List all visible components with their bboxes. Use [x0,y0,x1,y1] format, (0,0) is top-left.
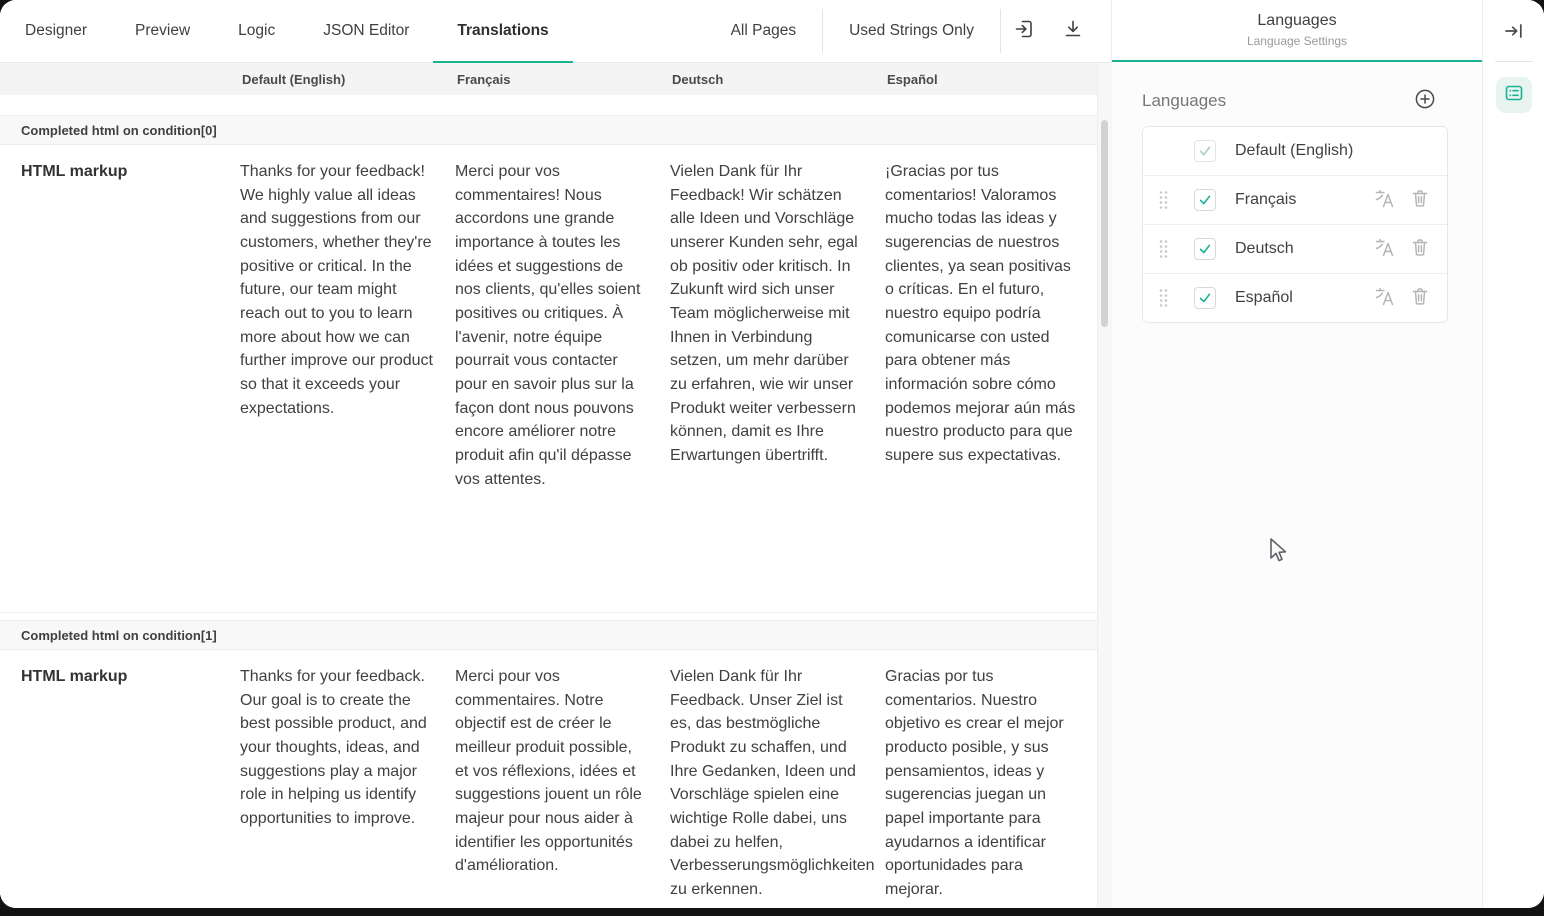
language-label: Français [1235,191,1373,209]
side-icon-strip [1482,0,1544,908]
strip-divider [1495,61,1533,62]
panel-subtitle: Language Settings [1247,34,1347,48]
language-settings-tab-button[interactable] [1496,77,1532,113]
language-row-default-english: Default (English) [1143,127,1447,175]
top-tab-bar: Designer Preview Logic JSON Editor Trans… [0,0,1111,63]
all-pages-dropdown[interactable]: All Pages [705,0,822,62]
translations-main: Designer Preview Logic JSON Editor Trans… [0,0,1111,908]
column-header-deutsch: Deutsch [667,72,882,87]
francais-checkbox[interactable] [1194,189,1216,211]
column-header-francais: Français [452,72,667,87]
export-button[interactable] [1049,0,1097,62]
language-list: Default (English) Français [1142,126,1448,323]
translation-cell-english-0[interactable]: Thanks for your feedback! We highly valu… [237,160,452,612]
tab-designer[interactable]: Designer [1,0,111,62]
language-row-espanol: Español [1143,273,1447,322]
tab-preview[interactable]: Preview [111,0,214,62]
scrollbar-thumb[interactable] [1101,120,1108,327]
table-row: HTML markup Thanks for your feedback. Ou… [0,650,1097,908]
translation-cell-german-1[interactable]: Vielen Dank für Ihr Feedback. Unser Ziel… [667,665,882,908]
import-button[interactable] [1001,0,1049,62]
translation-cell-spanish-1[interactable]: Gracias por tus comentarios. Nuestro obj… [882,665,1097,908]
tab-json-editor[interactable]: JSON Editor [299,0,433,62]
espanol-checkbox[interactable] [1194,287,1216,309]
drag-handle-icon[interactable] [1159,288,1171,308]
scrollbar-track[interactable] [1097,63,1112,908]
used-strings-only-dropdown[interactable]: Used Strings Only [823,0,1000,62]
translation-cell-french-1[interactable]: Merci pour vos commentaires. Notre objec… [452,665,667,908]
translation-cell-spanish-0[interactable]: ¡Gracias por tus comentarios! Valoramos … [882,160,1097,612]
view-tabs: Designer Preview Logic JSON Editor Trans… [0,0,573,62]
translate-icon [1373,285,1395,312]
column-header-espanol: Español [882,72,1097,87]
translate-icon [1373,236,1395,263]
translations-toolbar: All Pages Used Strings Only [705,0,1111,62]
translations-table: Default (English) Français Deutsch Españ… [0,63,1097,908]
trash-icon [1409,187,1431,214]
column-header-default-english: Default (English) [237,72,452,87]
delete-language-button[interactable] [1409,287,1431,309]
language-label: Deutsch [1235,240,1373,258]
collapse-panel-button[interactable] [1499,20,1529,46]
panel-header: Languages Language Settings [1112,0,1482,62]
auto-translate-button[interactable] [1373,238,1395,260]
auto-translate-button[interactable] [1373,189,1395,211]
translation-cell-german-0[interactable]: Vielen Dank für Ihr Feedback! Wir schätz… [667,160,882,612]
import-icon [1013,17,1037,46]
download-icon [1061,17,1085,46]
auto-translate-button[interactable] [1373,287,1395,309]
tab-translations[interactable]: Translations [433,0,572,62]
row-label-html-markup: HTML markup [0,160,237,612]
tab-logic[interactable]: Logic [214,0,299,62]
translate-icon [1373,187,1395,214]
language-row-francais: Français [1143,175,1447,224]
table-row: HTML markup Thanks for your feedback! We… [0,145,1097,613]
language-row-deutsch: Deutsch [1143,224,1447,273]
app-window: Designer Preview Logic JSON Editor Trans… [0,0,1544,908]
language-label: Default (English) [1235,142,1431,160]
default-english-checkbox[interactable] [1194,140,1216,162]
trash-icon [1409,285,1431,312]
drag-handle-icon[interactable] [1159,239,1171,259]
trash-icon [1409,236,1431,263]
delete-language-button[interactable] [1409,238,1431,260]
table-header-row: Default (English) Français Deutsch Españ… [0,63,1097,95]
translation-cell-french-0[interactable]: Merci pour vos commentaires! Nous accord… [452,160,667,612]
panel-title: Languages [1257,12,1336,30]
section-header-condition-1: Completed html on condition[1] [0,620,1097,650]
grid-icon [1503,82,1525,109]
languages-panel: Languages Language Settings Languages [1111,0,1482,908]
row-label-html-markup: HTML markup [0,665,237,908]
collapse-panel-icon [1502,19,1526,48]
deutsch-checkbox[interactable] [1194,238,1216,260]
delete-language-button[interactable] [1409,189,1431,211]
section-header-condition-0: Completed html on condition[0] [0,115,1097,145]
languages-section-title: Languages [1142,91,1226,111]
plus-circle-icon [1414,88,1436,115]
add-language-button[interactable] [1414,90,1436,112]
languages-section-header: Languages [1142,90,1436,112]
language-label: Español [1235,289,1373,307]
drag-handle-icon[interactable] [1159,190,1171,210]
translation-cell-english-1[interactable]: Thanks for your feedback. Our goal is to… [237,665,452,908]
